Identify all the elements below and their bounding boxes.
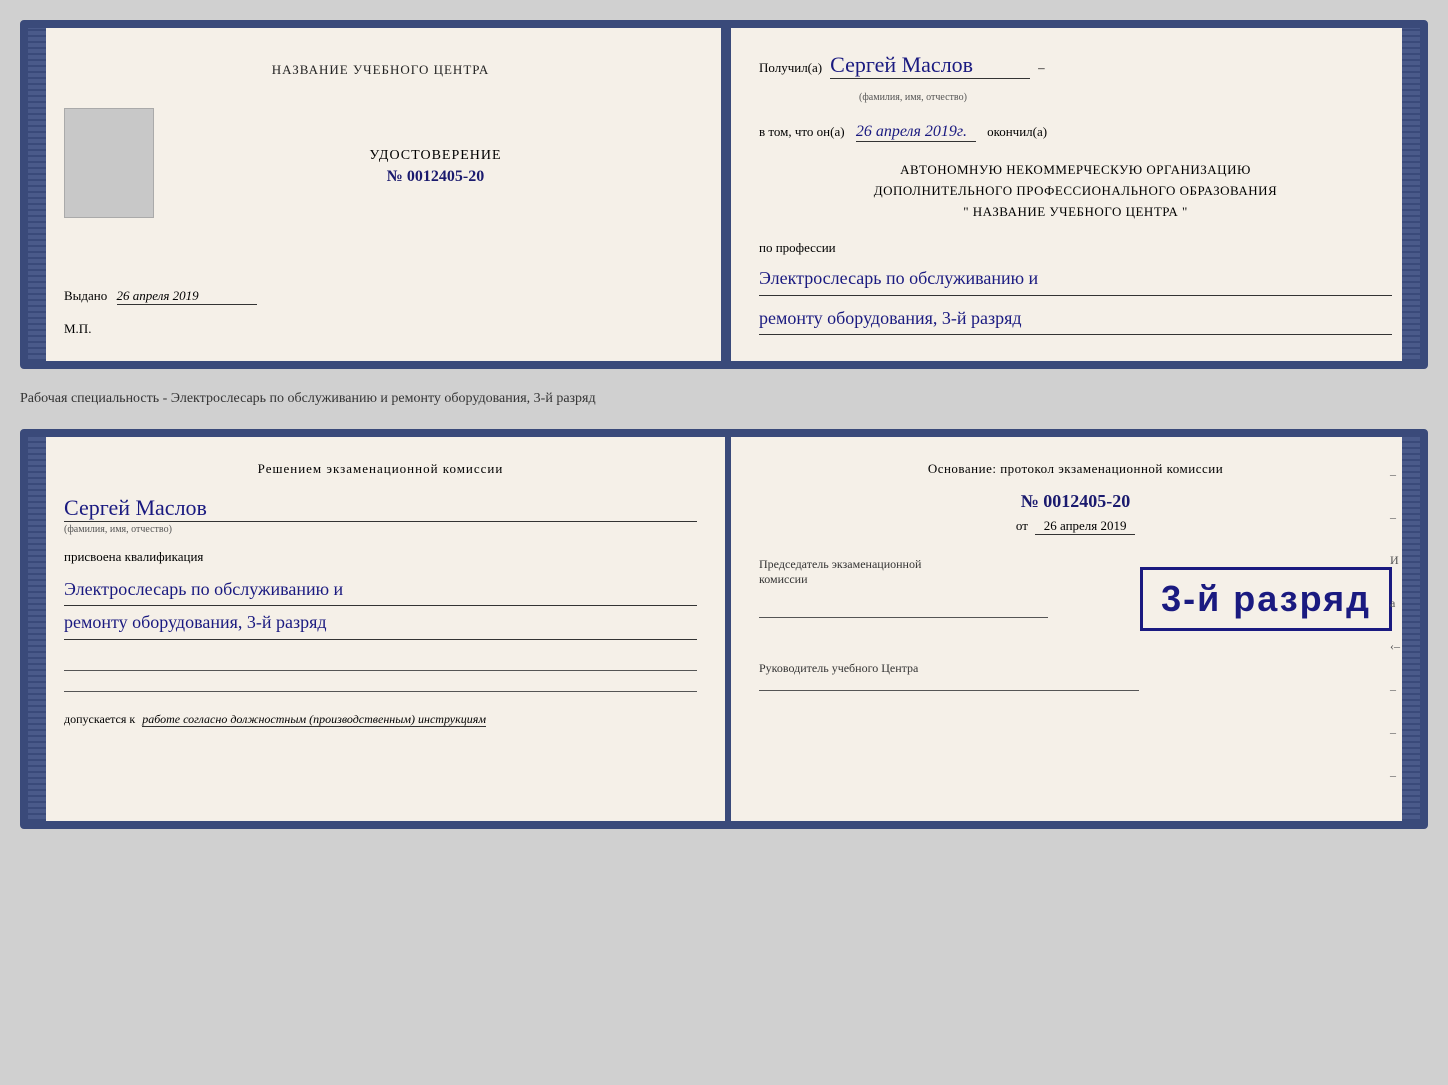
cert1-vtom-line: в том, что он(а) 26 апреля 2019г. окончи… xyxy=(759,123,1392,142)
cert2-stamp: 3-й разряд xyxy=(1140,567,1392,631)
cert1-profession-line1: Электрослесарь по обслуживанию и xyxy=(759,262,1392,295)
cert2-name-sublabel: (фамилия, имя, отчество) xyxy=(64,524,697,535)
received-label: Получил(а) xyxy=(759,60,822,76)
cert1-profession-line2: ремонту оборудования, 3-й разряд xyxy=(759,302,1392,335)
issued-date: 26 апреля 2019 xyxy=(117,288,257,305)
cert2-name-block: Сергей Маслов (фамилия, имя, отчество) xyxy=(64,495,697,535)
cert1-mp: М.П. xyxy=(64,321,697,337)
name-sublabel-1: (фамилия, имя, отчество) xyxy=(859,92,1392,103)
issued-label: Выдано xyxy=(64,288,107,303)
udostoverenie-block: УДОСТОВЕРЕНИЕ № 0012405-20 xyxy=(174,128,697,186)
cert1-org-block: АВТОНОМНУЮ НЕКОММЕРЧЕСКУЮ ОРГАНИЗАЦИЮ ДО… xyxy=(759,160,1392,222)
cert2-left-page: Решением экзаменационной комиссии Сергей… xyxy=(28,437,725,821)
prisvoena-text: присвоена квалификация xyxy=(64,549,697,565)
rukovoditel-block: Руководитель учебного Центра xyxy=(759,661,1392,691)
certificate-2: Решением экзаменационной комиссии Сергей… xyxy=(20,429,1428,829)
between-label: Рабочая специальность - Электрослесарь п… xyxy=(20,387,1428,411)
cert1-number: № 0012405-20 xyxy=(174,168,697,186)
predsedatel-label: Председатель экзаменационной комиссии xyxy=(759,557,939,587)
dash-5: ‹– xyxy=(1390,639,1400,654)
cert2-qual-line2: ремонту оборудования, 3-й разряд xyxy=(64,606,697,639)
ot-date: 26 апреля 2019 xyxy=(1035,518,1135,535)
dash-1: – xyxy=(1390,467,1400,482)
cert1-left-page: НАЗВАНИЕ УЧЕБНОГО ЦЕНТРА УДОСТОВЕРЕНИЕ №… xyxy=(28,28,725,361)
predsedatel-block: Председатель экзаменационной комиссии xyxy=(759,557,1120,618)
dopusk-text: работе согласно должностным (производств… xyxy=(142,712,486,727)
cert2-sign-lines xyxy=(64,670,697,692)
cert2-number: № 0012405-20 xyxy=(759,491,1392,512)
cert2-qual-line1: Электрослесарь по обслуживанию и xyxy=(64,573,697,606)
sign-line-1 xyxy=(64,670,697,671)
dash-4: а xyxy=(1390,596,1400,611)
side-dashes: – – И а ‹– – – – xyxy=(1390,467,1400,783)
cert2-osnovanie: Основание: протокол экзаменационной коми… xyxy=(759,461,1392,477)
dash-3: И xyxy=(1390,553,1400,568)
stamp-predsedatel-wrap: Председатель экзаменационной комиссии 3-… xyxy=(759,557,1392,631)
org-line2: ДОПОЛНИТЕЛЬНОГО ПРОФЕССИОНАЛЬНОГО ОБРАЗО… xyxy=(759,181,1392,202)
cert2-ot-line: от 26 апреля 2019 xyxy=(759,518,1392,535)
dash-2: – xyxy=(1390,510,1400,525)
cert1-date-hw: 26 апреля 2019г. xyxy=(856,123,976,142)
certificate-1: НАЗВАНИЕ УЧЕБНОГО ЦЕНТРА УДОСТОВЕРЕНИЕ №… xyxy=(20,20,1428,369)
cert1-right-page: Получил(а) Сергей Маслов – (фамилия, имя… xyxy=(731,28,1420,361)
dash-6: – xyxy=(1390,682,1400,697)
reshenie-title: Решением экзаменационной комиссии xyxy=(64,461,697,477)
v-tom-label: в том, что он(а) xyxy=(759,124,845,139)
dash-8: – xyxy=(1390,768,1400,783)
po-professii-label: по профессии xyxy=(759,240,836,255)
sign-line-2 xyxy=(64,691,697,692)
org-line3: " НАЗВАНИЕ УЧЕБНОГО ЦЕНТРА " xyxy=(759,202,1392,223)
rukovoditel-sign-line xyxy=(759,690,1139,691)
ot-label: от xyxy=(1016,518,1028,533)
photo-placeholder xyxy=(64,108,154,218)
cert1-dash: – xyxy=(1038,60,1045,76)
dopuskaetsya-label: допускается к xyxy=(64,712,135,726)
cert1-recipient-name: Сергей Маслов xyxy=(830,52,1030,79)
dopuskaetsya-block: допускается к работе согласно должностны… xyxy=(64,712,697,727)
cert2-recipient-name: Сергей Маслов xyxy=(64,495,697,522)
stamp-text: 3-й разряд xyxy=(1161,578,1371,620)
udostoverenie-title: УДОСТОВЕРЕНИЕ xyxy=(174,148,697,164)
page-container: НАЗВАНИЕ УЧЕБНОГО ЦЕНТРА УДОСТОВЕРЕНИЕ №… xyxy=(20,20,1428,829)
okonchill-label: окончил(а) xyxy=(987,124,1047,139)
cert1-po-professii: по профессии Электрослесарь по обслужива… xyxy=(759,240,1392,335)
predsedatel-sign-line xyxy=(759,617,1048,618)
rukovoditel-label: Руководитель учебного Центра xyxy=(759,661,1392,676)
cert2-right-page: Основание: протокол экзаменационной коми… xyxy=(731,437,1420,821)
org-line1: АВТОНОМНУЮ НЕКОММЕРЧЕСКУЮ ОРГАНИЗАЦИЮ xyxy=(759,160,1392,181)
cert1-issued-line: Выдано 26 апреля 2019 xyxy=(64,288,697,305)
cert1-school-name: НАЗВАНИЕ УЧЕБНОГО ЦЕНТРА xyxy=(64,62,697,78)
dash-7: – xyxy=(1390,725,1400,740)
